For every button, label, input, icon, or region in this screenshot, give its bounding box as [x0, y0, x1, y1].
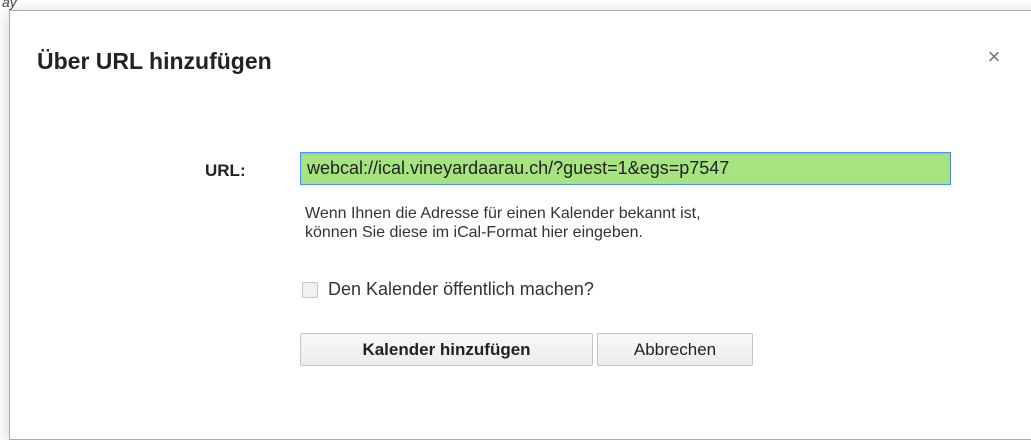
public-calendar-label[interactable]: Den Kalender öffentlich machen?	[328, 279, 594, 300]
dialog-title: Über URL hinzufügen	[37, 48, 272, 74]
cancel-button[interactable]: Abbrechen	[597, 333, 753, 366]
url-hint-text: Wenn Ihnen die Adresse für einen Kalende…	[305, 204, 945, 242]
background-text: ay	[2, 0, 17, 10]
add-by-url-dialog: Über URL hinzufügen × URL: Wenn Ihnen di…	[9, 10, 1031, 440]
hint-line-2: können Sie diese im iCal-Format hier ein…	[305, 224, 643, 241]
public-calendar-option[interactable]: Den Kalender öffentlich machen?	[302, 279, 594, 300]
close-icon[interactable]: ×	[984, 46, 1004, 68]
public-calendar-checkbox[interactable]	[302, 281, 318, 298]
url-label: URL:	[205, 161, 246, 180]
add-calendar-button[interactable]: Kalender hinzufügen	[300, 333, 593, 366]
dialog-buttons: Kalender hinzufügen Abbrechen	[300, 333, 753, 366]
url-input[interactable]	[300, 152, 951, 185]
hint-line-1: Wenn Ihnen die Adresse für einen Kalende…	[305, 205, 701, 222]
